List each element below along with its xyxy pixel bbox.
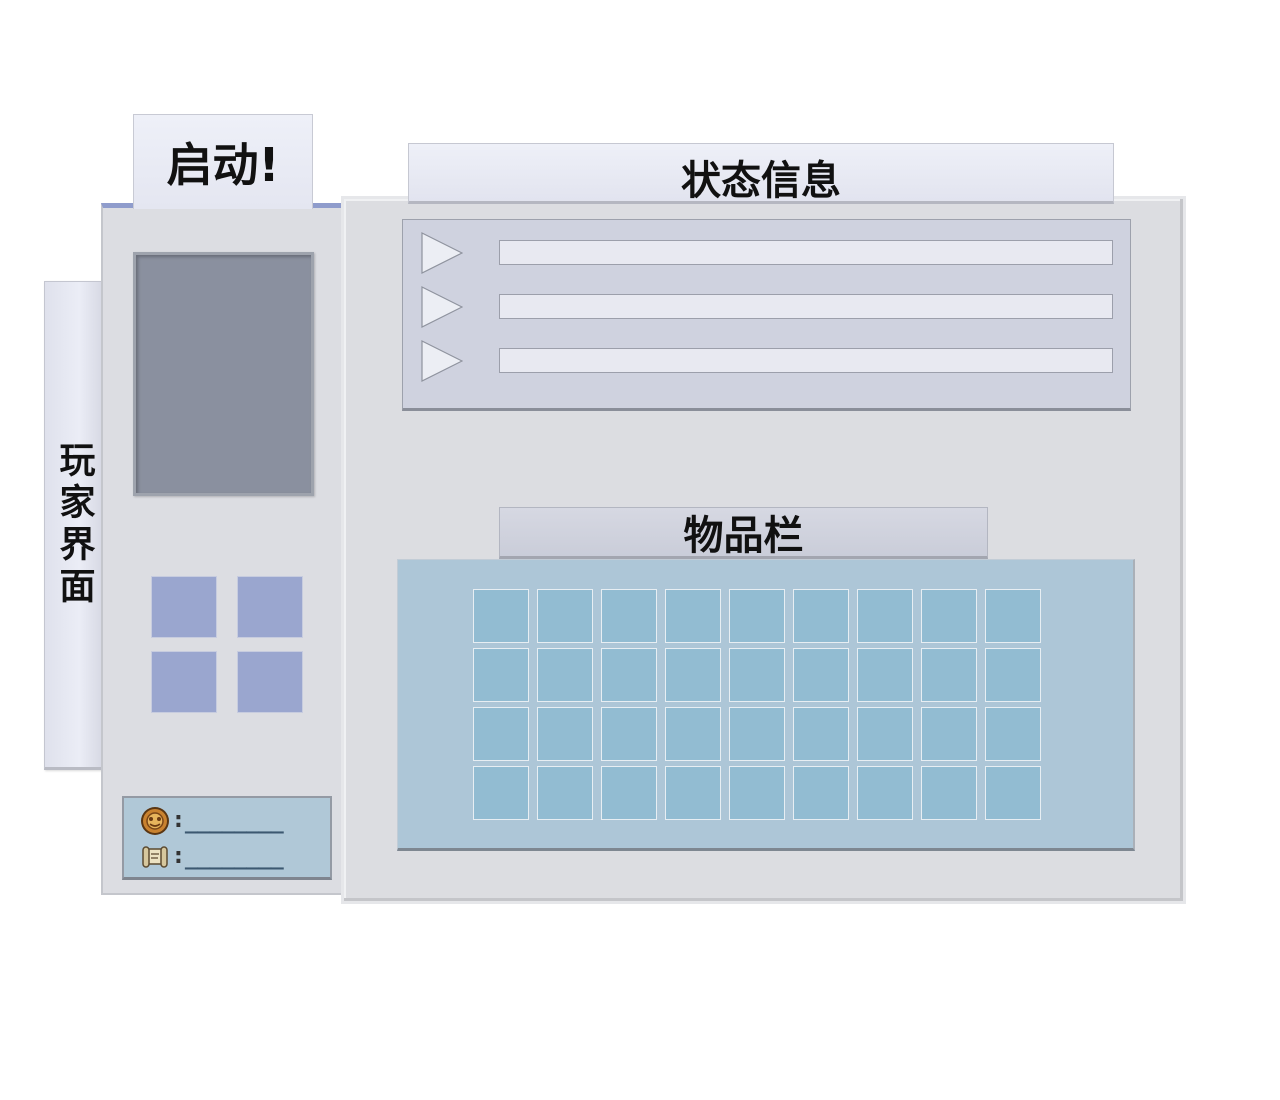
inventory-slot[interactable] bbox=[793, 766, 849, 820]
inventory-slot[interactable] bbox=[793, 648, 849, 702]
inventory-title: 物品栏 bbox=[683, 513, 804, 559]
currency-row-scroll: : ________ bbox=[140, 840, 284, 874]
inventory-slot[interactable] bbox=[921, 766, 977, 820]
inventory-slot[interactable] bbox=[665, 766, 721, 820]
inventory-slot[interactable] bbox=[985, 648, 1041, 702]
inventory-slot[interactable] bbox=[921, 648, 977, 702]
equipment-slot[interactable] bbox=[151, 576, 217, 638]
play-arrow-icon bbox=[421, 232, 463, 274]
player-interface-label: 玩家界面 bbox=[53, 440, 95, 609]
status-bar bbox=[499, 294, 1113, 319]
currency-box: : ________ : ________ bbox=[122, 796, 332, 880]
status-row[interactable] bbox=[421, 231, 1113, 275]
inventory-slot[interactable] bbox=[921, 589, 977, 643]
inventory-slot[interactable] bbox=[985, 707, 1041, 761]
inventory-slot[interactable] bbox=[729, 648, 785, 702]
status-row[interactable] bbox=[421, 339, 1113, 383]
status-bar bbox=[499, 348, 1113, 373]
coin-icon bbox=[141, 807, 169, 835]
start-label: 启动! bbox=[166, 138, 280, 192]
inventory-slot[interactable] bbox=[473, 707, 529, 761]
coin-amount: ________ bbox=[184, 808, 284, 834]
currency-row-coin: : ________ bbox=[140, 804, 284, 838]
play-arrow-icon bbox=[421, 286, 463, 328]
inventory-slot[interactable] bbox=[537, 589, 593, 643]
inventory-slot[interactable] bbox=[793, 707, 849, 761]
inventory-slot[interactable] bbox=[857, 766, 913, 820]
equipment-slot[interactable] bbox=[151, 651, 217, 713]
inventory-slot[interactable] bbox=[601, 648, 657, 702]
inventory-slot[interactable] bbox=[473, 648, 529, 702]
start-tab[interactable]: 启动! bbox=[133, 114, 313, 209]
inventory-slot[interactable] bbox=[857, 648, 913, 702]
inventory-slot[interactable] bbox=[985, 766, 1041, 820]
status-row[interactable] bbox=[421, 285, 1113, 329]
scroll-amount: ________ bbox=[184, 844, 284, 870]
inventory-slot[interactable] bbox=[729, 589, 785, 643]
inventory-slot[interactable] bbox=[473, 589, 529, 643]
status-bar bbox=[499, 240, 1113, 265]
inventory-slot[interactable] bbox=[537, 766, 593, 820]
status-info-box bbox=[402, 219, 1131, 411]
inventory-box bbox=[397, 559, 1135, 851]
inventory-grid bbox=[473, 589, 1041, 820]
inventory-slot[interactable] bbox=[601, 589, 657, 643]
equipment-slot[interactable] bbox=[237, 651, 303, 713]
status-info-tab[interactable]: 状态信息 bbox=[408, 143, 1114, 204]
inventory-slot[interactable] bbox=[793, 589, 849, 643]
inventory-slot[interactable] bbox=[665, 648, 721, 702]
player-interface-tab[interactable]: 玩家界面 bbox=[44, 281, 105, 770]
inventory-slot[interactable] bbox=[537, 648, 593, 702]
scroll-icon bbox=[142, 846, 168, 868]
inventory-slot[interactable] bbox=[729, 766, 785, 820]
inventory-slot[interactable] bbox=[729, 707, 785, 761]
play-arrow-icon bbox=[421, 340, 463, 382]
status-info-title: 状态信息 bbox=[681, 157, 841, 204]
inventory-slot[interactable] bbox=[921, 707, 977, 761]
inventory-slot[interactable] bbox=[665, 707, 721, 761]
inventory-tab[interactable]: 物品栏 bbox=[499, 507, 988, 559]
inventory-slot[interactable] bbox=[601, 766, 657, 820]
character-portrait[interactable] bbox=[133, 252, 314, 496]
inventory-slot[interactable] bbox=[857, 707, 913, 761]
inventory-slot[interactable] bbox=[601, 707, 657, 761]
inventory-slot[interactable] bbox=[665, 589, 721, 643]
equipment-slot[interactable] bbox=[237, 576, 303, 638]
inventory-slot[interactable] bbox=[857, 589, 913, 643]
inventory-slot[interactable] bbox=[985, 589, 1041, 643]
inventory-slot[interactable] bbox=[473, 766, 529, 820]
inventory-slot[interactable] bbox=[537, 707, 593, 761]
